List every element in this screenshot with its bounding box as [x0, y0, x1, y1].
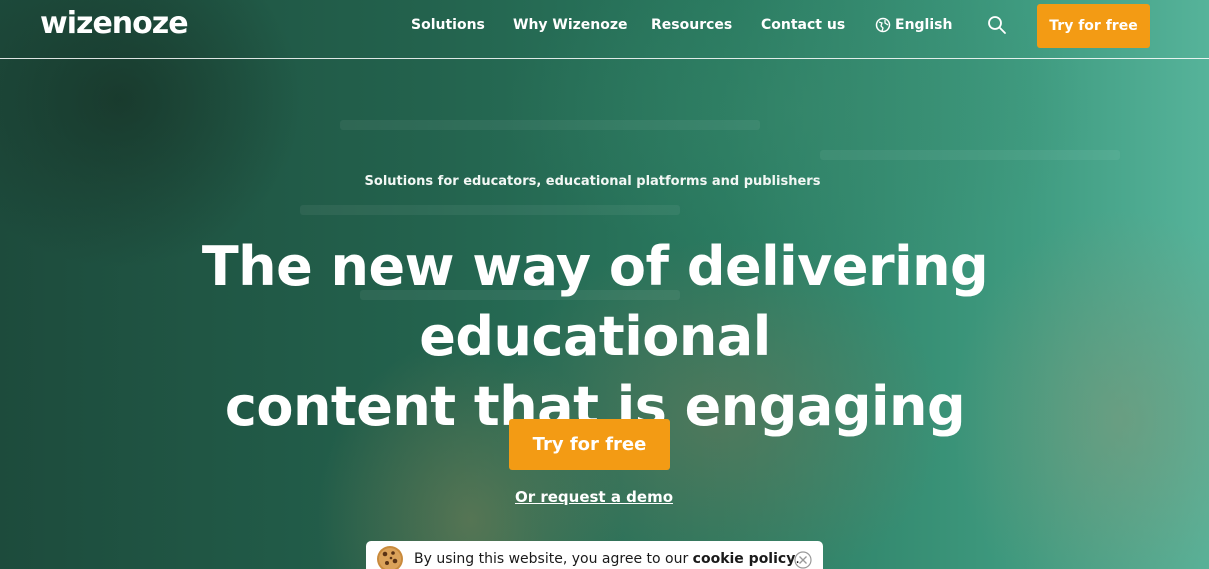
language-label: English	[895, 17, 953, 33]
search-icon[interactable]	[987, 15, 1007, 35]
close-icon[interactable]	[794, 551, 812, 569]
cookie-banner: By using this website, you agree to our …	[366, 541, 823, 569]
header-try-free-button[interactable]: Try for free	[1037, 4, 1150, 48]
language-selector[interactable]: English	[875, 17, 952, 33]
background-shelf	[820, 150, 1120, 160]
globe-icon	[875, 17, 891, 33]
request-demo-link[interactable]: Or request a demo	[494, 488, 694, 506]
nav-item-contact-us[interactable]: Contact us	[761, 17, 845, 33]
cookie-icon	[377, 546, 403, 569]
cookie-policy-link[interactable]: cookie policy	[693, 551, 796, 567]
logo[interactable]: wizenoze	[40, 6, 189, 41]
hero-headline: The new way of delivering educational co…	[20, 232, 1170, 442]
headline-line-1: The new way of delivering educational	[201, 235, 989, 368]
background-shelf	[340, 120, 760, 130]
nav-item-why-wizenoze[interactable]: Why Wizenoze	[513, 17, 628, 33]
background-shelf	[300, 205, 680, 215]
nav-item-solutions[interactable]: Solutions	[411, 17, 485, 33]
site-header: wizenoze Solutions Why Wizenoze Resource…	[0, 0, 1209, 59]
hero-try-free-button[interactable]: Try for free	[509, 419, 670, 470]
nav-item-resources[interactable]: Resources	[651, 17, 732, 33]
cookie-message: By using this website, you agree to our …	[414, 551, 800, 567]
hero-subtitle: Solutions for educators, educational pla…	[364, 174, 821, 189]
cookie-text-prefix: By using this website, you agree to our	[414, 551, 693, 567]
